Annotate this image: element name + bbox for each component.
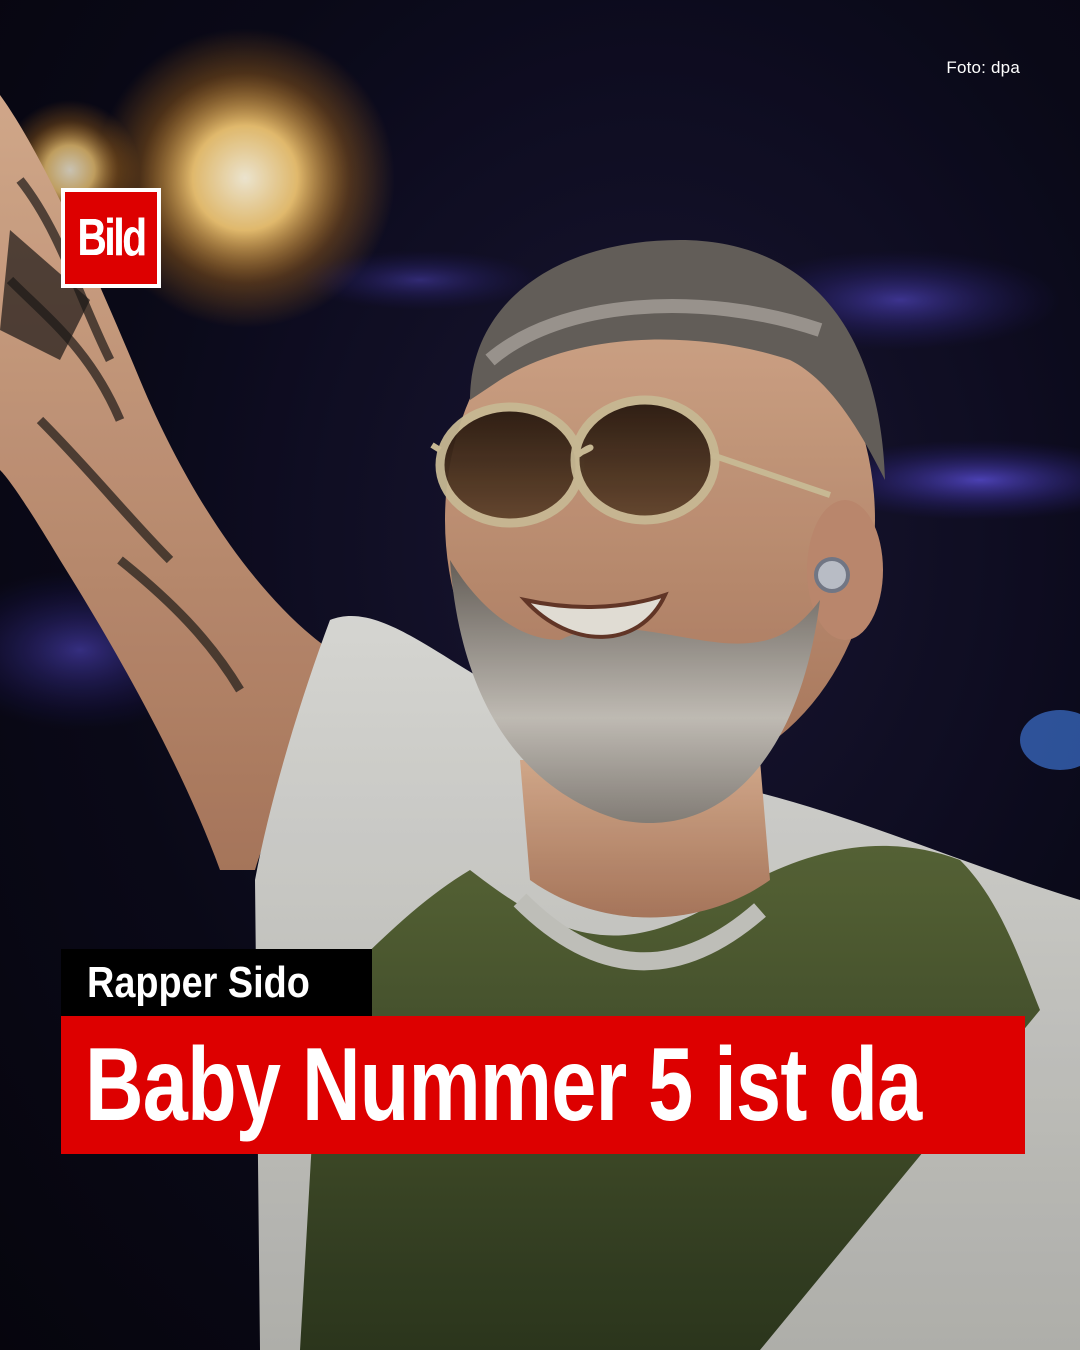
kicker-label: Rapper Sido [61, 949, 373, 1016]
post-canvas: Foto: dpa Bild Rapper Sido Baby Nummer 5… [0, 0, 1080, 1350]
bild-logo-text: Bild [77, 209, 147, 267]
headline-bar: Baby Nummer 5 ist da [61, 1016, 1025, 1154]
photo-credit: Foto: dpa [946, 58, 1020, 77]
headline-text: Baby Nummer 5 ist da [85, 1026, 922, 1143]
bild-logo-box: Bild [65, 192, 157, 284]
bild-logo: Bild [61, 188, 161, 288]
kicker-text: Rapper Sido [87, 957, 310, 1007]
